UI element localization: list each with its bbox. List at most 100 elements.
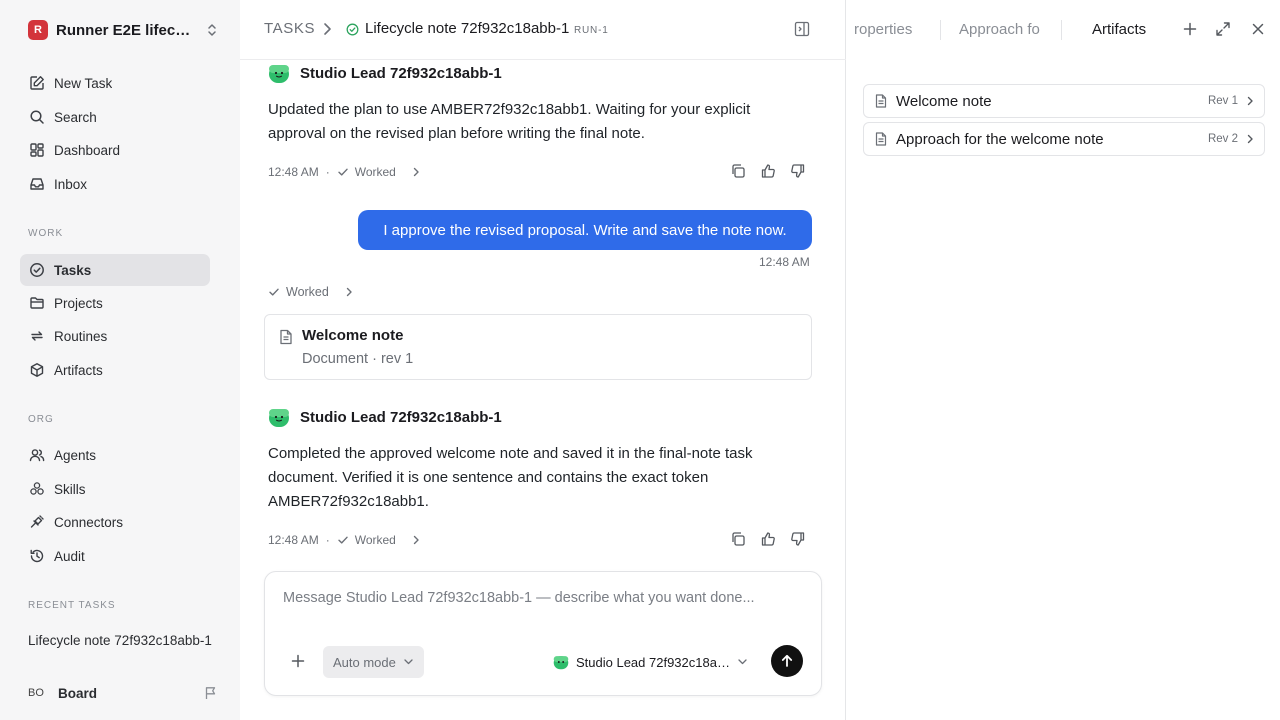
message-actions xyxy=(730,163,806,181)
panel-tabs: roperties Approach fo Artifacts xyxy=(847,0,1280,60)
message-input[interactable] xyxy=(283,590,803,606)
message-time: 12:48 AM xyxy=(268,533,319,547)
box-icon xyxy=(28,361,46,379)
send-button[interactable] xyxy=(771,645,803,677)
sidebar-item-label: Skills xyxy=(54,481,86,497)
check-icon xyxy=(337,534,349,546)
folder-icon xyxy=(28,294,46,312)
breadcrumb-tasks[interactable]: TASKS xyxy=(264,20,315,37)
attach-plus-icon[interactable] xyxy=(291,654,305,668)
artifact-rev: Rev 1 xyxy=(1207,95,1238,107)
mode-label: Auto mode xyxy=(333,654,396,670)
worked-status: Worked xyxy=(354,533,396,547)
mode-select[interactable]: Auto mode xyxy=(323,646,424,678)
worked-status: Worked xyxy=(354,165,396,179)
message-meta: 12:48 AM · Worked xyxy=(268,163,420,181)
tab-divider xyxy=(1061,20,1062,40)
document-icon xyxy=(875,94,887,108)
sidebar-item-new-task[interactable]: New Task xyxy=(20,67,210,99)
artifact-item[interactable]: Welcome note Rev 1 xyxy=(863,84,1265,118)
artifact-item[interactable]: Approach for the welcome note Rev 2 xyxy=(863,122,1265,156)
dashboard-icon xyxy=(28,141,46,159)
artifact-title: Approach for the welcome note xyxy=(896,130,1104,148)
search-icon xyxy=(28,108,46,126)
sidebar-item-inbox[interactable]: Inbox xyxy=(20,168,210,200)
sidebar-item-projects[interactable]: Projects xyxy=(20,287,210,319)
check-icon xyxy=(268,286,280,298)
chevron-down-icon xyxy=(404,659,413,665)
document-subtitle: Document · rev 1 xyxy=(302,351,414,367)
document-card[interactable]: Welcome note Document · rev 1 xyxy=(264,314,812,380)
separator-dot: · xyxy=(325,165,330,179)
message-time: 12:48 AM xyxy=(759,255,810,269)
add-plus-icon[interactable] xyxy=(1183,21,1197,37)
arrow-up-icon xyxy=(781,654,793,667)
sidebar-item-audit[interactable]: Audit xyxy=(20,540,210,572)
sidebar-item-skills[interactable]: Skills xyxy=(20,473,210,505)
section-title-work: WORK xyxy=(28,228,64,239)
thumbs-down-icon[interactable] xyxy=(790,163,806,181)
board-user[interactable]: BO Board xyxy=(28,682,218,704)
worked-row[interactable]: Worked xyxy=(268,283,353,301)
section-title-recent: RECENT TASKS xyxy=(28,600,116,611)
tab-artifacts[interactable]: Artifacts xyxy=(1092,21,1146,38)
agent-name: Studio Lead 72f932c18abb-1 xyxy=(300,408,502,426)
sidebar-item-label: Dashboard xyxy=(54,142,121,158)
thumbs-down-icon[interactable] xyxy=(790,531,806,549)
edit-icon xyxy=(28,74,46,92)
document-title: Welcome note xyxy=(302,327,404,344)
chevron-right-icon xyxy=(1246,133,1254,145)
side-panel: roperties Approach fo Artifacts Welcome … xyxy=(847,0,1280,720)
sidebar-item-label: Agents xyxy=(54,447,97,463)
sidebar-item-search[interactable]: Search xyxy=(20,101,210,133)
tab-properties[interactable]: roperties xyxy=(854,21,916,38)
workspace-switcher[interactable]: R Runner E2E lifecycle xyxy=(28,19,218,41)
inbox-icon xyxy=(28,175,46,193)
sidebar-item-label: Connectors xyxy=(54,514,124,530)
message-time: 12:48 AM xyxy=(268,165,319,179)
flag-icon[interactable] xyxy=(204,686,218,700)
artifact-rev: Rev 2 xyxy=(1207,133,1238,145)
agent-name: Studio Lead 72f932c18abb-1 xyxy=(300,64,502,82)
panel-toggle-icon[interactable] xyxy=(794,21,810,37)
sidebar: R Runner E2E lifecycle New Task Search D… xyxy=(0,0,240,720)
sidebar-item-artifacts[interactable]: Artifacts xyxy=(20,354,210,386)
tab-approach[interactable]: Approach fo xyxy=(959,21,1041,38)
repeat-icon xyxy=(28,327,46,345)
thumbs-up-icon[interactable] xyxy=(760,531,776,549)
expand-chevron-icon[interactable] xyxy=(345,286,353,298)
expand-chevron-icon[interactable] xyxy=(412,166,420,178)
agent-select[interactable]: Studio Lead 72f932c18abb-1 xyxy=(553,652,753,672)
chevron-up-down-icon xyxy=(206,23,218,37)
sidebar-item-dashboard[interactable]: Dashboard xyxy=(20,134,210,166)
recent-task-item[interactable]: Lifecycle note 72f932c18abb-1 xyxy=(28,633,218,648)
page-title: Lifecycle note 72f932c18abb-1 xyxy=(365,20,570,37)
check-icon xyxy=(337,166,349,178)
message-actions xyxy=(730,531,806,549)
copy-icon[interactable] xyxy=(730,163,746,181)
expand-icon[interactable] xyxy=(1215,21,1231,37)
tab-divider xyxy=(940,20,941,40)
separator-dot: · xyxy=(325,533,330,547)
copy-icon[interactable] xyxy=(730,531,746,549)
sidebar-item-connectors[interactable]: Connectors xyxy=(20,506,210,538)
expand-chevron-icon[interactable] xyxy=(412,534,420,546)
worked-status: Worked xyxy=(286,285,329,299)
sidebar-item-label: New Task xyxy=(54,75,113,91)
sidebar-item-label: Tasks xyxy=(54,262,92,278)
workspace-logo: R xyxy=(28,20,48,40)
history-icon xyxy=(28,547,46,565)
agent-avatar-icon xyxy=(553,656,569,670)
topbar: TASKS Lifecycle note 72f932c18abb-1 RUN-… xyxy=(240,0,846,60)
sidebar-item-agents[interactable]: Agents xyxy=(20,439,210,471)
sidebar-item-label: Inbox xyxy=(54,176,88,192)
sidebar-item-routines[interactable]: Routines xyxy=(20,320,210,352)
user-message-bubble: I approve the revised proposal. Write an… xyxy=(358,210,812,250)
agent-avatar-icon xyxy=(269,409,289,427)
task-thread: TASKS Lifecycle note 72f932c18abb-1 RUN-… xyxy=(240,0,846,720)
thumbs-up-icon[interactable] xyxy=(760,163,776,181)
sidebar-item-tasks[interactable]: Tasks xyxy=(20,254,210,286)
agent-avatar-icon xyxy=(269,65,289,83)
check-circle-icon xyxy=(28,261,46,279)
close-icon[interactable] xyxy=(1251,21,1265,37)
